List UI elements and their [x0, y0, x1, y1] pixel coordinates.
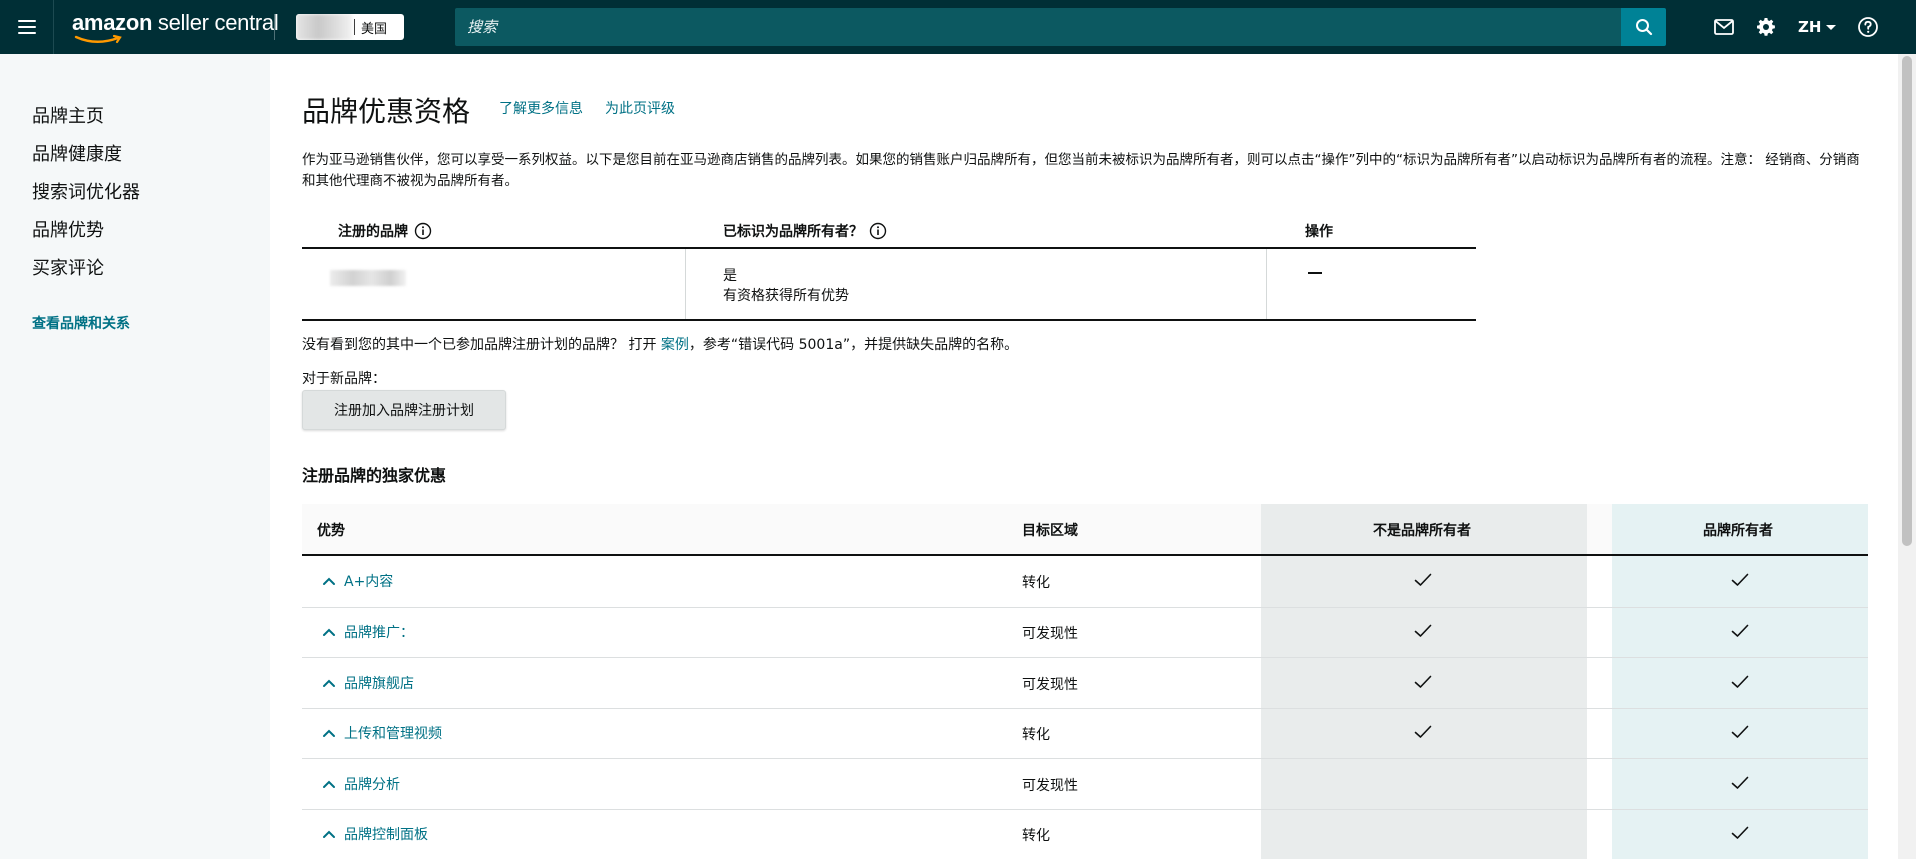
action-header-label: 操作 — [1305, 224, 1333, 240]
benefit-target-zone: 转化 — [1022, 575, 1050, 592]
target-zone-column-header: 目标区域 — [1022, 523, 1078, 539]
logo-rest-text: seller central — [152, 10, 279, 35]
check-icon — [1731, 724, 1749, 738]
page-scrollbar[interactable] — [1898, 54, 1916, 859]
open-case-link[interactable]: 案例 — [661, 337, 689, 353]
benefit-target-zone: 转化 — [1022, 828, 1050, 845]
caret-down-icon — [1826, 24, 1837, 30]
action-column-header: 操作 — [1305, 214, 1333, 248]
identified-header-label: 已标识为品牌所有者？ — [723, 224, 863, 240]
brand-name-redacted — [330, 270, 406, 286]
search-icon — [1635, 19, 1652, 36]
missing-brand-note: 没有看到您的其中一个已参加品牌注册计划的品牌？ 打开 案例，参考“错误代码 50… — [302, 337, 1019, 353]
benefit-row-toggle[interactable]: 品牌推广： — [322, 622, 414, 642]
account-name-redacted — [296, 14, 352, 40]
mail-icon — [1714, 19, 1734, 35]
brand-header-label: 注册的品牌 — [338, 224, 408, 240]
check-icon — [1414, 572, 1432, 587]
benefit-row-label: 品牌旗舰店 — [344, 675, 414, 692]
sidebar-item-brand-health[interactable]: 品牌健康度 — [32, 140, 122, 166]
account-marketplace-switcher[interactable]: 美国 — [296, 14, 404, 40]
brand-table-bottom-rule — [302, 319, 1476, 321]
search-button[interactable] — [1621, 8, 1666, 46]
benefit-target-zone: 可发现性 — [1022, 676, 1078, 693]
check-icon — [1731, 775, 1749, 789]
scrollbar-thumb[interactable] — [1902, 56, 1912, 546]
benefit-row-label: 品牌分析 — [344, 776, 400, 793]
logo-bold-text: amazon — [72, 10, 153, 35]
benefits-header-rule — [302, 554, 1868, 556]
sidebar-item-brand-home[interactable]: 品牌主页 — [32, 102, 104, 128]
amazon-smile-icon — [74, 34, 122, 44]
intro-paragraph: 作为亚马逊销售伙伴，您可以享受一系列权益。以下是您目前在亚马逊商店销售的品牌列表… — [302, 152, 1860, 189]
check-icon — [1731, 825, 1749, 840]
search-box — [455, 8, 1621, 46]
check-icon — [1731, 572, 1749, 587]
benefit-row-label: 品牌控制面板 — [344, 827, 428, 844]
view-brands-relationships-link[interactable]: 查看品牌和关系 — [32, 313, 130, 333]
learn-more-link[interactable]: 了解更多信息 — [499, 98, 583, 118]
benefit-row-toggle[interactable]: 品牌分析 — [322, 774, 400, 794]
hamburger-menu-icon[interactable] — [0, 0, 54, 54]
language-selector[interactable]: ZH — [1798, 16, 1837, 38]
help-button[interactable] — [1855, 14, 1881, 40]
messages-button[interactable] — [1711, 14, 1737, 40]
settings-button[interactable] — [1753, 14, 1779, 40]
check-icon — [1414, 724, 1432, 738]
row-divider — [302, 758, 1868, 760]
benefit-row-toggle[interactable]: 上传和管理视频 — [322, 723, 442, 743]
top-nav-bar: amazon seller central 美国 ZH — [0, 0, 1916, 54]
search-input[interactable] — [467, 18, 1621, 36]
identified-owner-value: 是 — [723, 268, 737, 284]
row-divider — [302, 657, 1868, 659]
page-title: 品牌优惠资格 — [302, 95, 471, 128]
benefit-row-label: 品牌推广： — [344, 624, 414, 641]
brand-table-header-rule — [302, 247, 1476, 249]
marketplace-label: 美国 — [361, 21, 388, 37]
left-sidebar: 品牌主页 品牌健康度 搜索词优化器 品牌优势 买家评论 查看品牌和关系 — [0, 54, 270, 859]
brand-column-header: 注册的品牌 — [338, 214, 432, 248]
new-brand-label: 对于新品牌： — [302, 371, 386, 387]
chevron-up-icon — [322, 728, 336, 738]
benefit-target-zone: 可发现性 — [1022, 625, 1078, 642]
check-icon — [1731, 674, 1749, 688]
non-owner-column-header: 不是品牌所有者 — [1373, 523, 1471, 539]
row-divider — [302, 809, 1868, 810]
benefit-row-toggle[interactable]: 品牌旗舰店 — [322, 673, 414, 693]
check-icon — [1731, 623, 1749, 637]
owner-column-header: 品牌所有者 — [1703, 523, 1773, 539]
row-divider — [302, 707, 1868, 709]
benefits-section-title: 注册品牌的独家优惠 — [302, 466, 447, 485]
help-icon — [1858, 17, 1878, 37]
no-action-dash — [1308, 272, 1322, 274]
benefit-row-label: 上传和管理视频 — [344, 726, 442, 743]
benefit-target-zone: 可发现性 — [1022, 777, 1078, 794]
rate-page-link[interactable]: 为此页评级 — [605, 98, 675, 118]
sidebar-item-search-term-optimizer[interactable]: 搜索词优化器 — [32, 178, 140, 204]
logo-divider — [274, 14, 275, 40]
gear-icon — [1757, 18, 1775, 36]
benefit-target-zone: 转化 — [1022, 727, 1050, 744]
benefit-row-toggle[interactable]: 品牌控制面板 — [322, 824, 428, 844]
row-divider — [302, 606, 1868, 608]
chevron-up-icon — [322, 779, 336, 789]
chevron-up-icon — [322, 576, 336, 586]
chevron-up-icon — [322, 678, 336, 688]
benefit-row-label: A+内容 — [344, 574, 394, 591]
benefit-column-header: 优势 — [317, 523, 345, 539]
chevron-up-icon — [322, 627, 336, 637]
amazon-seller-central-logo[interactable]: amazon seller central — [72, 10, 279, 44]
info-icon[interactable] — [869, 222, 887, 240]
info-icon[interactable] — [414, 222, 432, 240]
check-icon — [1414, 623, 1432, 637]
identified-owner-note: 有资格获得所有优势 — [723, 288, 849, 304]
identified-owner-column-header: 已标识为品牌所有者？ — [723, 214, 887, 248]
chevron-up-icon — [322, 829, 336, 839]
sidebar-item-brand-benefits[interactable]: 品牌优势 — [32, 216, 104, 242]
sidebar-item-customer-reviews[interactable]: 买家评论 — [32, 254, 104, 280]
enroll-brand-registry-button[interactable]: 注册加入品牌注册计划 — [302, 390, 506, 430]
check-icon — [1414, 674, 1432, 688]
benefit-row-toggle[interactable]: A+内容 — [322, 571, 393, 591]
language-label: ZH — [1798, 18, 1822, 36]
